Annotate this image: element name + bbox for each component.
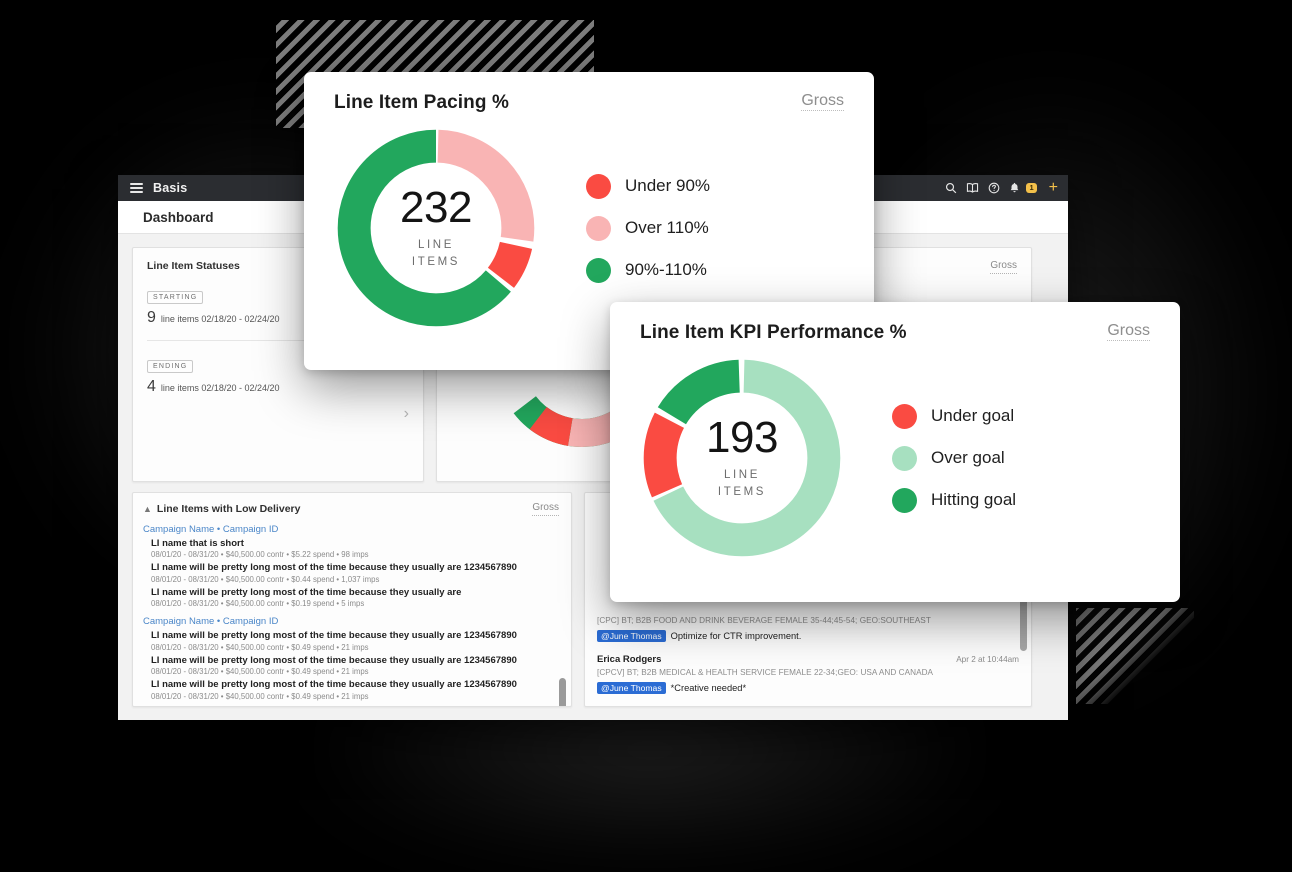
background-stage: Basis 1 + Dashboard Line Item Statuses S…: [0, 0, 1292, 872]
line-item-meta: 08/01/20 - 08/31/20 • $40,500.00 contr •…: [151, 599, 365, 608]
legend-label: Under goal: [931, 406, 1015, 425]
brand-name: Basis: [153, 181, 188, 195]
popup-title: Line Item KPI Performance %: [640, 322, 907, 343]
list-group: Campaign Name • Campaign ID LI name that…: [143, 524, 559, 609]
chevron-up-icon[interactable]: ▲: [143, 504, 152, 514]
line-item-meta: 08/01/20 - 08/31/20 • $40,500.00 contr •…: [151, 574, 380, 584]
status-meta: line items 02/18/20 - 02/24/20: [160, 314, 280, 324]
legend-item[interactable]: Hitting goal: [892, 487, 1017, 513]
donut-chart-pacing: 232 LINE ITEMS: [328, 120, 544, 336]
donut-svg: [643, 359, 841, 557]
legend-item[interactable]: 90%-110%: [586, 257, 710, 283]
bell-icon[interactable]: [1009, 182, 1020, 194]
hatch-pattern-bottom: [1076, 608, 1194, 704]
legend-swatch-hitting-goal: [892, 487, 917, 513]
popup-body: 193 LINE ITEMS Under goal Over goal Hitt…: [610, 344, 1180, 566]
line-item-meta: 08/01/20 - 08/31/20 • $40,500.00 contr •…: [151, 550, 369, 559]
legend-label: Hitting goal: [931, 490, 1017, 509]
legend-label: Under 90%: [625, 176, 711, 195]
line-item-name[interactable]: LI name will be pretty long most of the …: [143, 587, 559, 598]
comment-entry: Erica Rodgers Apr 2 at 10:44am [CPCV] BT…: [597, 654, 1019, 694]
legend-item[interactable]: Under goal: [892, 403, 1016, 429]
comment-author: Erica Rodgers: [597, 654, 662, 665]
popup-line-item-kpi-performance: Line Item KPI Performance % Gross 193 LI…: [610, 302, 1180, 602]
legend-swatch-under-goal: [892, 403, 917, 429]
card-title: Line Items with Low Delivery: [156, 502, 301, 515]
line-item-name[interactable]: LI name that is short: [143, 538, 559, 549]
plus-icon[interactable]: +: [1046, 180, 1058, 196]
gross-label[interactable]: Gross: [990, 260, 1017, 274]
comment-subject: [CPC] BT; B2B FOOD AND DRINK BEVERAGE FE…: [597, 616, 931, 625]
legend-swatch-over-goal: [892, 445, 917, 471]
card-low-delivery: ▲ Line Items with Low Delivery Gross Cam…: [132, 492, 572, 707]
line-item-meta: 08/01/20 - 08/31/20 • $40,500.00 contr •…: [151, 642, 369, 652]
legend-kpi: Under goal Over goal Hitting goal: [892, 403, 1017, 513]
line-item-name[interactable]: LI name will be pretty long most of the …: [143, 562, 559, 573]
chevron-right-icon[interactable]: ›: [404, 405, 409, 423]
list-group: Campaign Name • Campaign ID LI name will…: [143, 616, 559, 701]
status-count: 9: [147, 309, 156, 326]
gross-label[interactable]: Gross: [532, 502, 559, 516]
status-badge: STARTING: [147, 291, 204, 304]
status-count: 4: [147, 378, 156, 395]
line-item-meta: 08/01/20 - 08/31/20 • $40,500.00 contr •…: [151, 691, 369, 701]
mention-chip[interactable]: @June Thomas: [597, 682, 666, 694]
gross-label[interactable]: Gross: [801, 92, 844, 112]
donut-chart-kpi: 193 LINE ITEMS: [634, 350, 850, 566]
legend-pacing: Under 90% Over 110% 90%-110%: [586, 173, 711, 283]
line-item-name[interactable]: LI name will be pretty long most of the …: [143, 655, 559, 666]
legend-swatch-under-90: [586, 173, 611, 199]
comment-entry: [CPC] BT; B2B FOOD AND DRINK BEVERAGE FE…: [597, 616, 1019, 642]
mention-chip[interactable]: @June Thomas: [597, 630, 666, 642]
comment-text: Optimize for CTR improvement.: [670, 631, 802, 641]
card-header: ▲ Line Items with Low Delivery Gross: [143, 502, 559, 516]
legend-swatch-over-110: [586, 215, 611, 241]
legend-label: Over goal: [931, 448, 1005, 467]
scrollbar-thumb[interactable]: [559, 678, 566, 706]
legend-swatch-90-110: [586, 257, 611, 283]
popup-header: Line Item KPI Performance % Gross: [610, 302, 1180, 344]
notification-badge: 1: [1026, 183, 1037, 193]
comment-text: *Creative needed*: [670, 683, 747, 693]
page-title: Dashboard: [143, 209, 214, 225]
legend-item[interactable]: Over goal: [892, 445, 1016, 471]
donut-svg: [337, 129, 535, 327]
search-icon[interactable]: [945, 182, 957, 194]
book-icon[interactable]: [966, 182, 979, 194]
low-delivery-list: Campaign Name • Campaign ID LI name that…: [143, 524, 559, 707]
popup-title: Line Item Pacing %: [334, 92, 509, 113]
legend-item[interactable]: Over 110%: [586, 215, 710, 241]
comment-timestamp: Apr 2 at 10:44am: [956, 655, 1019, 664]
campaign-link[interactable]: Campaign Name • Campaign ID: [143, 524, 559, 535]
topbar-actions: 1 +: [945, 180, 1058, 196]
gross-label[interactable]: Gross: [1107, 322, 1150, 342]
campaign-link[interactable]: Campaign Name • Campaign ID: [143, 616, 559, 627]
line-item-name[interactable]: LI name will be pretty long most of the …: [143, 679, 559, 690]
status-meta: line items 02/18/20 - 02/24/20: [160, 383, 280, 393]
help-circle-icon[interactable]: [988, 182, 1000, 194]
line-item-name[interactable]: LI name will be pretty long most of the …: [143, 630, 559, 641]
legend-item[interactable]: Under 90%: [586, 173, 711, 199]
comment-subject: [CPCV] BT; B2B MEDICAL & HEALTH SERVICE …: [597, 668, 934, 677]
legend-label: Over 110%: [625, 218, 709, 237]
hamburger-icon[interactable]: [130, 183, 143, 193]
status-badge: ENDING: [147, 360, 194, 373]
popup-header: Line Item Pacing % Gross: [304, 72, 874, 114]
legend-label: 90%-110%: [625, 260, 707, 279]
line-item-meta: 08/01/20 - 08/31/20 • $40,500.00 contr •…: [151, 667, 369, 676]
